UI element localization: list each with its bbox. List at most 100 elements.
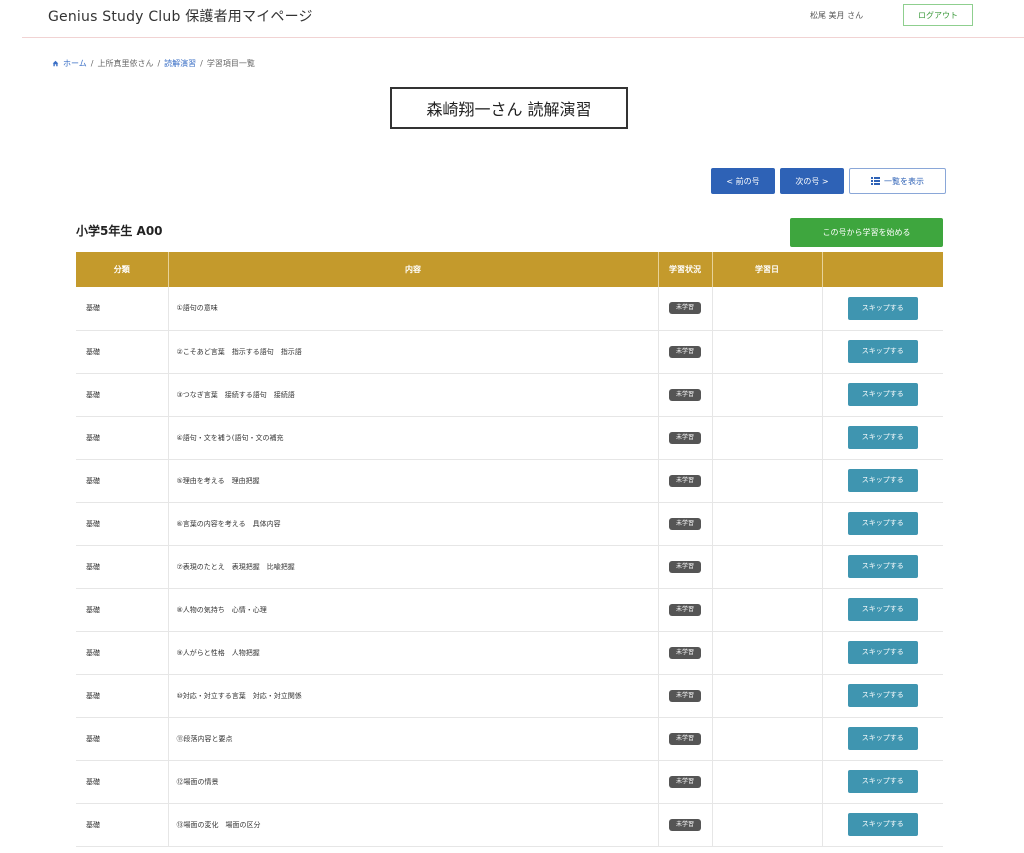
table-row: 基礎 ②こそあど言葉 指示する語句 指示語 未学習 スキップする xyxy=(76,330,943,373)
prev-issue-button[interactable]: < 前の号 xyxy=(711,168,775,194)
row-status-cell: 未学習 xyxy=(657,502,712,545)
row-action-cell: スキップする xyxy=(821,502,943,545)
status-badge: 未学習 xyxy=(669,517,701,530)
skip-button[interactable]: スキップする xyxy=(847,512,918,535)
row-category: 基礎 xyxy=(86,605,100,614)
row-content: ⑦表現のたとえ 表現把握 比喩把握 xyxy=(167,545,658,588)
page-title: 森崎翔一さん 読解演習 xyxy=(390,87,628,129)
skip-button[interactable]: スキップする xyxy=(847,469,918,492)
issue-navigation: < 前の号 次の号 > 一覧を表示 xyxy=(711,168,946,194)
table-row: 基礎 ⑤理由を考える 理由把握 未学習 スキップする xyxy=(76,459,943,502)
status-badge: 未学習 xyxy=(669,560,701,573)
row-date xyxy=(711,674,822,717)
table-row: 基礎 ①語句の意味 未学習 スキップする xyxy=(76,287,943,330)
user-name: 松尾 美月 さん xyxy=(810,11,864,20)
header-date: 学習日 xyxy=(712,252,823,287)
skip-button[interactable]: スキップする xyxy=(847,340,918,363)
row-date xyxy=(711,373,822,416)
row-content: ⑪段落内容と要点 xyxy=(167,717,658,760)
status-badge: 未学習 xyxy=(669,732,701,745)
table-header-row: 分類 内容 学習状況 学習日 xyxy=(76,252,943,287)
row-category: 基礎 xyxy=(86,777,100,786)
table-row: 基礎 ⑬場面の変化 場面の区分 未学習 スキップする xyxy=(76,803,943,846)
skip-button[interactable]: スキップする xyxy=(847,641,918,664)
table-row: 基礎 ⑥言葉の内容を考える 具体内容 未学習 スキップする xyxy=(76,502,943,545)
skip-button[interactable]: スキップする xyxy=(847,770,918,793)
header-status: 学習状況 xyxy=(658,252,713,287)
row-status-cell: 未学習 xyxy=(657,330,712,373)
logout-button[interactable]: ログアウト xyxy=(903,4,973,26)
status-badge: 未学習 xyxy=(669,474,701,487)
row-category: 基礎 xyxy=(86,433,100,442)
row-content: ⑫場面の情景 xyxy=(167,760,658,803)
skip-button[interactable]: スキップする xyxy=(847,684,918,707)
table-row: 基礎 ⑨人がらと性格 人物把握 未学習 スキップする xyxy=(76,631,943,674)
row-action-cell: スキップする xyxy=(821,760,943,803)
header-action xyxy=(822,252,943,287)
breadcrumb-course[interactable]: 読解演習 xyxy=(164,58,196,69)
row-category: 基礎 xyxy=(86,734,100,743)
table-row: 基礎 ⑧人物の気持ち 心情・心理 未学習 スキップする xyxy=(76,588,943,631)
row-action-cell: スキップする xyxy=(821,330,943,373)
breadcrumb-student[interactable]: 上所真里依さん xyxy=(97,58,153,69)
row-status-cell: 未学習 xyxy=(657,287,712,330)
breadcrumb-separator: / xyxy=(200,59,203,68)
status-badge: 未学習 xyxy=(669,603,701,616)
show-list-button[interactable]: 一覧を表示 xyxy=(849,168,946,194)
section-title: 小学5年生 A00 xyxy=(76,224,163,238)
row-date xyxy=(711,287,822,330)
row-category: 基礎 xyxy=(86,476,100,485)
row-content: ⑬場面の変化 場面の区分 xyxy=(167,803,658,846)
skip-button[interactable]: スキップする xyxy=(847,296,918,320)
row-category: 基礎 xyxy=(86,347,100,356)
row-status-cell: 未学習 xyxy=(657,631,712,674)
row-status-cell: 未学習 xyxy=(657,717,712,760)
top-bar: Genius Study Club 保護者用マイページ 松尾 美月 さん ログア… xyxy=(0,0,1024,40)
skip-button[interactable]: スキップする xyxy=(847,813,918,836)
row-action-cell: スキップする xyxy=(821,287,943,330)
row-category: 基礎 xyxy=(86,519,100,528)
skip-button[interactable]: スキップする xyxy=(847,555,918,578)
header-category: 分類 xyxy=(76,252,169,287)
next-issue-button[interactable]: 次の号 > xyxy=(780,168,844,194)
status-badge: 未学習 xyxy=(669,302,701,315)
status-badge: 未学習 xyxy=(669,818,701,831)
start-from-issue-button[interactable]: この号から学習を始める xyxy=(790,218,943,247)
skip-button[interactable]: スキップする xyxy=(847,426,918,449)
row-content: ②こそあど言葉 指示する語句 指示語 xyxy=(167,330,658,373)
row-date xyxy=(711,502,822,545)
row-category: 基礎 xyxy=(86,390,100,399)
row-status-cell: 未学習 xyxy=(657,416,712,459)
row-date xyxy=(711,588,822,631)
row-action-cell: スキップする xyxy=(821,803,943,846)
table-row: 基礎 ⑪段落内容と要点 未学習 スキップする xyxy=(76,717,943,760)
row-date xyxy=(711,545,822,588)
breadcrumb-current: 学習項目一覧 xyxy=(206,59,255,68)
lesson-table: 分類 内容 学習状況 学習日 基礎 ①語句の意味 未学習 スキップする 基礎 ②こそあど言… xyxy=(76,252,943,847)
skip-button[interactable]: スキップする xyxy=(847,598,918,621)
row-date xyxy=(711,631,822,674)
row-category: 基礎 xyxy=(86,820,100,829)
status-badge: 未学習 xyxy=(669,646,701,659)
row-status-cell: 未学習 xyxy=(657,373,712,416)
row-action-cell: スキップする xyxy=(821,545,943,588)
row-date xyxy=(711,416,822,459)
breadcrumb-home[interactable]: ホーム xyxy=(63,58,87,69)
row-status-cell: 未学習 xyxy=(657,674,712,717)
brand-title: Genius Study Club 保護者用マイページ xyxy=(48,9,313,25)
row-action-cell: スキップする xyxy=(821,674,943,717)
table-row: 基礎 ⑩対応・対立する言葉 対応・対立関係 未学習 スキップする xyxy=(76,674,943,717)
status-badge: 未学習 xyxy=(669,431,701,444)
row-status-cell: 未学習 xyxy=(657,760,712,803)
row-date xyxy=(711,803,822,846)
top-divider xyxy=(22,37,1024,38)
row-content: ⑤理由を考える 理由把握 xyxy=(167,459,658,502)
row-status-cell: 未学習 xyxy=(657,803,712,846)
skip-button[interactable]: スキップする xyxy=(847,383,918,406)
breadcrumb-separator: / xyxy=(90,59,94,68)
row-content: ⑨人がらと性格 人物把握 xyxy=(167,631,658,674)
row-category: 基礎 xyxy=(86,691,100,700)
row-content: ⑩対応・対立する言葉 対応・対立関係 xyxy=(167,674,658,717)
row-action-cell: スキップする xyxy=(821,459,943,502)
skip-button[interactable]: スキップする xyxy=(847,727,918,750)
